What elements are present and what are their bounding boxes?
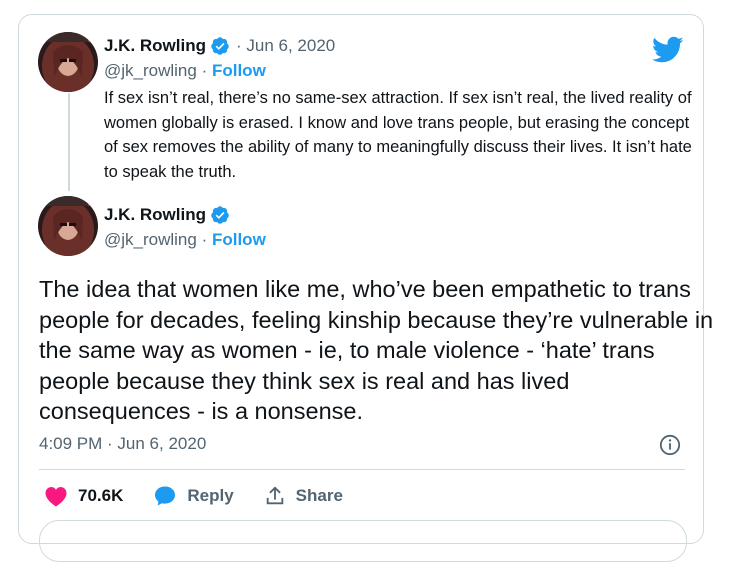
avatar[interactable] <box>38 196 98 256</box>
share-upload-icon <box>266 486 283 505</box>
like-button[interactable]: 70.6K <box>44 485 123 507</box>
quoted-author-row: J.K. Rowling · Jun 6, 2020 <box>104 36 335 56</box>
author-name[interactable]: J.K. Rowling <box>104 36 206 56</box>
like-count: 70.6K <box>78 486 124 505</box>
share-label: Share <box>295 486 343 505</box>
author-handle[interactable]: @jk_rowling · <box>104 230 207 249</box>
main-author-row: J.K. Rowling <box>104 205 230 225</box>
heart-icon <box>45 487 67 507</box>
thread-connector-line <box>68 93 70 191</box>
main-handle-row: @jk_rowling · Follow <box>104 230 266 250</box>
follow-button[interactable]: Follow <box>212 61 266 80</box>
author-handle[interactable]: @jk_rowling · <box>104 61 207 80</box>
tweet-actions: 70.6K Reply Share <box>44 484 373 508</box>
tweet-date[interactable]: · Jun 6, 2020 <box>236 36 335 56</box>
divider <box>39 469 685 470</box>
quoted-tweet-text: If sex isn’t real, there’s no same-sex a… <box>104 89 692 181</box>
tweet-timestamp[interactable]: 4:09 PM · Jun 6, 2020 <box>39 434 206 454</box>
twitter-bird-icon[interactable] <box>652 36 684 64</box>
share-button[interactable]: Share <box>264 485 343 507</box>
follow-button[interactable]: Follow <box>212 230 266 249</box>
speech-bubble-icon <box>155 486 176 506</box>
verified-badge-icon <box>211 37 229 55</box>
read-replies-button[interactable] <box>39 520 687 562</box>
author-name[interactable]: J.K. Rowling <box>104 205 206 225</box>
reply-button[interactable]: Reply <box>153 484 234 508</box>
verified-badge-icon <box>211 206 229 224</box>
quoted-handle-row: @jk_rowling · Follow <box>104 61 266 81</box>
info-icon[interactable] <box>659 434 681 456</box>
avatar[interactable] <box>38 32 98 92</box>
main-tweet-text: The idea that women like me, who’ve been… <box>39 276 714 424</box>
reply-label: Reply <box>187 486 234 505</box>
